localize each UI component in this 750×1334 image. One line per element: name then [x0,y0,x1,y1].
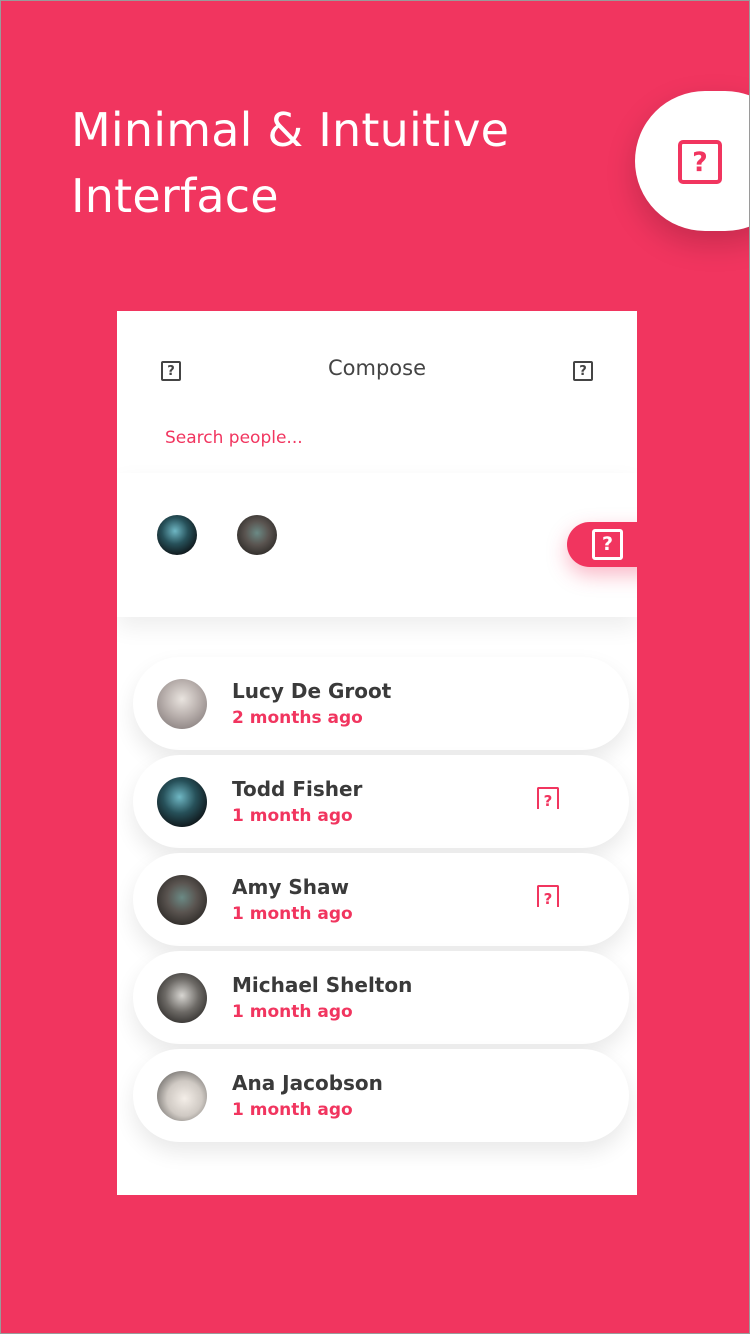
list-item[interactable]: Ana Jacobson 1 month ago [133,1049,629,1142]
unknown-glyph-icon: ? [678,140,722,184]
list-item[interactable]: Michael Shelton 1 month ago [133,951,629,1044]
avatar [157,875,207,925]
compose-header: ? Compose ? [117,311,637,431]
contact-timestamp: 1 month ago [232,904,353,924]
avatar [157,1071,207,1121]
contact-timestamp: 2 months ago [232,708,363,728]
search-input[interactable] [165,425,585,451]
selected-check-icon: ? [537,787,559,809]
send-button[interactable]: ? [567,522,637,567]
options-icon[interactable]: ? [573,361,593,381]
selected-recipients: ? [117,473,637,617]
avatar [157,679,207,729]
contact-name: Michael Shelton [232,973,413,997]
page-title: Compose [327,356,426,380]
list-item[interactable]: Todd Fisher 1 month ago ? [133,755,629,848]
contact-name: Ana Jacobson [232,1071,383,1095]
recipient-avatar-todd[interactable] [157,515,197,555]
headline: Minimal & Intuitive Interface [71,103,510,223]
selected-check-icon: ? [537,885,559,907]
avatar [157,777,207,827]
contact-name: Lucy De Groot [232,679,392,703]
send-icon: ? [592,529,623,560]
promo-screen: Minimal & Intuitive Interface ? ? Compos… [0,0,750,1334]
contact-timestamp: 1 month ago [232,806,353,826]
compose-screen: ? Compose ? ? Lucy De Groot 2 months ago… [117,311,637,1195]
contact-timestamp: 1 month ago [232,1002,353,1022]
recipient-avatar-amy[interactable] [237,515,277,555]
contact-name: Amy Shaw [232,875,349,899]
list-item[interactable]: Lucy De Groot 2 months ago [133,657,629,750]
contact-name: Todd Fisher [232,777,363,801]
list-item[interactable]: Amy Shaw 1 month ago ? [133,853,629,946]
contact-timestamp: 1 month ago [232,1100,353,1120]
avatar [157,973,207,1023]
feature-badge: ? [635,91,749,231]
